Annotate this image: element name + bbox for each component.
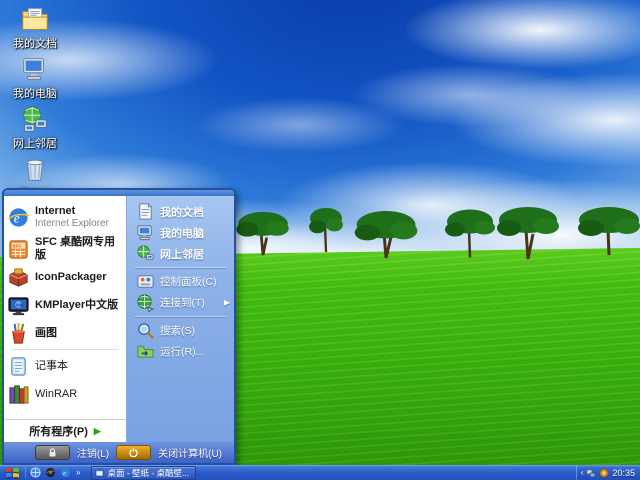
quick-launch: e » (25, 467, 85, 478)
menu-item-label: Internet Internet Explorer (35, 204, 109, 229)
tray-volume-icon[interactable] (599, 467, 610, 478)
menu-item-label: 记事本 (35, 359, 68, 372)
menu-item-label: 控制面板(C) (160, 276, 217, 288)
my-computer-icon (136, 223, 155, 242)
start-menu-footer: 注销(L) 关闭计算机(U) (4, 442, 234, 463)
window-icon (95, 468, 105, 477)
tree (353, 210, 419, 259)
menu-item-label: 我的电脑 (160, 227, 204, 240)
tree (234, 210, 292, 256)
tree (306, 206, 346, 253)
all-programs-arrow-icon: ▶ (93, 425, 101, 436)
search-icon (136, 321, 155, 340)
start-menu: e Internet Internet Explorer SFC SFC 桌酷网… (2, 188, 236, 465)
menu-item-label: 搜索(S) (160, 325, 195, 337)
shut-down-label[interactable]: 关闭计算机(U) (158, 445, 222, 460)
menu-item-run[interactable]: 运行(R)... (127, 341, 234, 362)
connect-to-icon (136, 293, 155, 314)
tray-collapse-chevron[interactable]: ‹ (581, 468, 584, 477)
desktop-icon-network-places[interactable]: 网上邻居 (6, 104, 64, 151)
menu-item-iconpackager[interactable]: IconPackager (4, 263, 126, 291)
start-button[interactable] (0, 465, 25, 480)
menu-item-label: SFC 桌酷网专用版 (35, 236, 116, 261)
menu-item-my-computer[interactable]: 我的电脑 (127, 222, 234, 243)
desktop-icon-label: 我的电脑 (13, 88, 57, 100)
desktop-icon-my-documents[interactable]: 我的文档 (6, 4, 64, 51)
shut-down-button[interactable] (116, 445, 152, 460)
menu-item-winrar[interactable]: WinRAR (4, 380, 126, 408)
kmplayer-icon: KM (7, 294, 30, 317)
my-computer-icon (20, 54, 50, 84)
all-programs-button[interactable]: 所有程序(P) ▶ (4, 419, 126, 442)
menu-item-label: 画图 (35, 326, 57, 339)
network-places-icon (136, 244, 155, 263)
sfc-icon: SFC (7, 238, 30, 261)
all-programs-label: 所有程序(P) (29, 426, 88, 438)
desktop-icons: 我的文档 我的电脑 网上邻居 回收站 (6, 4, 64, 201)
svg-text:e: e (14, 210, 20, 225)
menu-item-label: 网上邻居 (160, 248, 204, 261)
tree (496, 206, 560, 260)
menu-item-connect-to[interactable]: 连接到(T) ▶ (127, 292, 234, 314)
menu-item-network-places[interactable]: 网上邻居 (127, 243, 234, 264)
network-places-icon (20, 104, 50, 134)
desktop: 我的文档 我的电脑 网上邻居 回收站 (0, 0, 640, 480)
run-icon (136, 342, 155, 361)
power-icon (129, 448, 138, 457)
notepad-icon (7, 355, 30, 378)
menu-item-label: WinRAR (35, 387, 78, 400)
menu-separator (12, 349, 118, 350)
log-off-label[interactable]: 注销(L) (77, 445, 109, 460)
task-button-label: 桌面 - 壁纸 - 桌酷壁... (107, 467, 190, 478)
menu-item-label: 运行(R)... (160, 346, 205, 358)
tree (444, 208, 496, 259)
internet-explorer-icon[interactable]: e (60, 467, 71, 478)
browser-ball-icon[interactable] (45, 467, 56, 478)
task-button[interactable]: 桌面 - 壁纸 - 桌酷壁... (91, 465, 197, 480)
control-panel-icon (136, 272, 155, 291)
desktop-icon-my-computer[interactable]: 我的电脑 (6, 54, 64, 101)
svg-text:SFC: SFC (12, 243, 22, 249)
tray-network-icon[interactable] (586, 468, 596, 478)
menu-spacer (4, 408, 126, 419)
start-menu-left-column: e Internet Internet Explorer SFC SFC 桌酷网… (4, 196, 126, 442)
system-tray: ‹ 20:35 (575, 465, 640, 480)
start-menu-right-column: 我的文档 我的电脑 网上邻居 控制面板(C) 连接到(T) ▶ 搜索(S) 运行… (126, 196, 234, 442)
svg-text:e: e (63, 470, 66, 477)
winrar-icon (7, 383, 30, 406)
menu-item-label: 连接到(T) (160, 297, 205, 309)
menu-item-notepad[interactable]: 记事本 (4, 352, 126, 380)
menu-item-label: 我的文档 (160, 206, 204, 219)
submenu-arrow-icon: ▶ (223, 298, 230, 307)
windows-logo-icon (6, 467, 19, 478)
taskbar-clock: 20:35 (612, 467, 635, 478)
blue-globe-icon[interactable] (30, 467, 41, 478)
my-documents-icon (20, 4, 50, 34)
iconpackager-icon (7, 266, 30, 289)
taskbar: e » 桌面 - 壁纸 - 桌酷壁... ‹ 20:35 (0, 465, 640, 480)
lock-icon (49, 447, 56, 456)
my-documents-icon (136, 202, 155, 221)
internet-explorer-icon: e (7, 206, 30, 229)
desktop-icon-label: 我的文档 (13, 38, 57, 50)
quick-launch-overflow-chevron[interactable]: » (75, 468, 81, 477)
menu-separator (135, 267, 226, 268)
menu-item-my-documents[interactable]: 我的文档 (127, 201, 234, 222)
menu-item-kmplayer[interactable]: KM KMPlayer中文版 (4, 291, 126, 319)
recycle-bin-icon (20, 154, 50, 184)
log-off-button[interactable] (34, 445, 70, 460)
tree (576, 206, 640, 256)
menu-item-paint[interactable]: 画图 (4, 319, 126, 347)
menu-item-search[interactable]: 搜索(S) (127, 320, 234, 341)
svg-text:KM: KM (16, 302, 23, 307)
menu-separator (135, 316, 226, 317)
menu-item-internet[interactable]: e Internet Internet Explorer (4, 199, 126, 235)
desktop-icon-label: 网上邻居 (13, 138, 57, 150)
menu-item-label: KMPlayer中文版 (35, 298, 119, 311)
menu-item-sfc[interactable]: SFC SFC 桌酷网专用版 (4, 235, 126, 263)
paint-icon (7, 322, 30, 345)
menu-item-control-panel[interactable]: 控制面板(C) (127, 271, 234, 292)
menu-item-label: IconPackager (35, 270, 107, 283)
